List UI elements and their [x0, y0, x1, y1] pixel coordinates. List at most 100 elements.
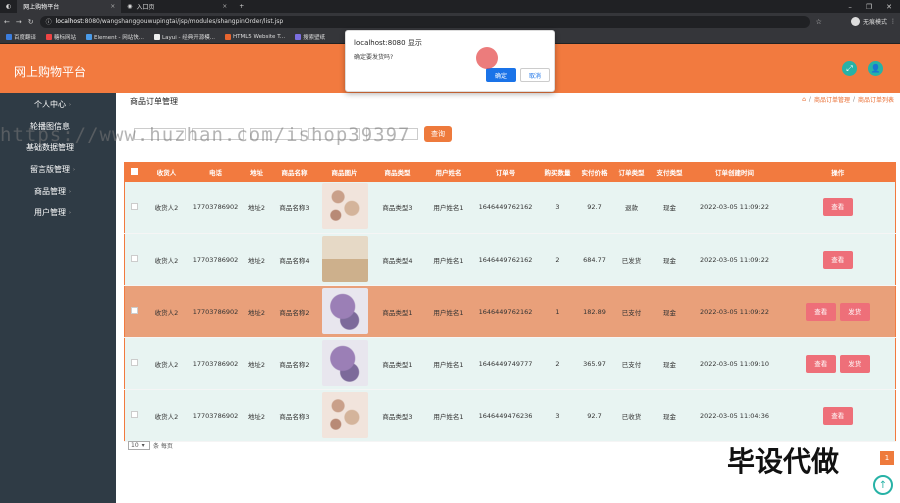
- sidebar-item-personal[interactable]: 个人中心 ›: [34, 99, 71, 110]
- row-checkbox[interactable]: [131, 255, 139, 262]
- row-select-cell[interactable]: [124, 181, 145, 234]
- column-header: 支付类型: [650, 162, 689, 182]
- bookmark-icon: [46, 33, 53, 40]
- page-size-select[interactable]: 10 ▾: [128, 441, 150, 450]
- back-to-top-icon[interactable]: ↑: [873, 475, 893, 495]
- incognito-icon: [850, 17, 860, 26]
- watermark-text: https://www.huzhan.com/ishop39397: [0, 124, 411, 146]
- row-select-cell[interactable]: [124, 285, 145, 338]
- bookmark-label: HTML5 Website T...: [232, 33, 286, 40]
- column-header: 商品图片: [318, 162, 371, 182]
- column-header: 收货人: [144, 162, 189, 182]
- page-size-value: 10: [131, 442, 139, 449]
- dialog-ok-button[interactable]: 确定: [486, 68, 516, 82]
- confirm-dialog: localhost:8080 显示 确定要发货吗? 确定 取消: [345, 30, 555, 92]
- star-icon[interactable]: ☆: [816, 18, 822, 26]
- view-button[interactable]: 查看: [822, 250, 853, 269]
- page-number-button[interactable]: 1: [880, 451, 894, 465]
- profile-chip[interactable]: 无痕模式 ⋮: [850, 17, 896, 26]
- table-row: 收货人2 17703786902 地址2 商品名称3 商品类型3 用户姓名1 1…: [124, 181, 896, 234]
- view-button[interactable]: 查看: [822, 406, 853, 425]
- table-header-row: 收货人 电话 地址 商品名称 商品图片 商品类型 用户姓名 订单号 购买数量 实…: [124, 162, 896, 182]
- forward-icon[interactable]: →: [16, 18, 22, 26]
- cell-order-status: 退款: [612, 181, 651, 234]
- table-row: 收货人2 17703786902 地址2 商品名称4 商品类型4 用户姓名1 1…: [124, 233, 896, 286]
- row-checkbox[interactable]: [131, 359, 139, 366]
- browser-tab-2[interactable]: ◉ 入口页 ×: [121, 0, 233, 13]
- cell-actions: 查看 发货: [780, 285, 896, 338]
- url-field[interactable]: ⓘ localhost :8080/wangshanggouwupingtai/…: [39, 15, 810, 28]
- cell-product-type: 商品类型4: [370, 233, 425, 286]
- bookmark-item[interactable]: HTML5 Website T...: [224, 33, 286, 40]
- search-button[interactable]: 查询: [424, 126, 452, 142]
- breadcrumb-item[interactable]: 商品订单管理: [814, 95, 850, 104]
- sidebar-item-label: 用户管理: [34, 208, 66, 217]
- sidebar-item-products[interactable]: 商品管理 ›: [34, 186, 71, 197]
- row-select-cell[interactable]: [124, 233, 145, 286]
- cell-order-status: 已发货: [612, 233, 651, 286]
- tab-close-icon[interactable]: ×: [222, 3, 227, 10]
- url-host: localhost: [55, 18, 83, 25]
- page-title: 商品订单管理: [130, 97, 178, 106]
- overlay-text: 毕设代做: [727, 445, 840, 478]
- row-checkbox[interactable]: [131, 411, 139, 418]
- fullscreen-icon[interactable]: ⤢: [842, 61, 857, 76]
- cell-product-name: 商品名称2: [270, 285, 319, 338]
- bookmark-item[interactable]: 糖标网站: [46, 33, 76, 41]
- view-button[interactable]: 查看: [805, 302, 836, 321]
- browser-tab-1[interactable]: 网上购物平台 ×: [17, 0, 122, 13]
- row-select-cell[interactable]: [124, 389, 145, 442]
- cell-phone: 17703786902: [188, 285, 243, 338]
- dialog-cancel-button[interactable]: 取消: [520, 68, 550, 82]
- cell-user-name: 用户姓名1: [424, 389, 473, 442]
- cell-order-number: 1646449762162: [472, 181, 539, 234]
- bookmark-item[interactable]: Element - 网站快...: [86, 33, 144, 41]
- new-tab-button[interactable]: +: [233, 0, 250, 13]
- tab-close-icon[interactable]: ×: [110, 3, 115, 10]
- sidebar-item-message-board[interactable]: 留言版管理 ›: [30, 164, 75, 175]
- product-image: [321, 183, 368, 230]
- row-checkbox[interactable]: [131, 307, 139, 314]
- select-all-checkbox[interactable]: [131, 167, 139, 175]
- cell-created-time: 2022-03-05 11:09:22: [688, 233, 781, 286]
- sidebar-item-users[interactable]: 用户管理 ›: [34, 207, 71, 218]
- select-all-cell[interactable]: [124, 162, 145, 182]
- cell-phone: 17703786902: [188, 181, 243, 234]
- cell-address: 地址2: [242, 337, 271, 390]
- row-checkbox[interactable]: [131, 202, 139, 210]
- maximize-icon[interactable]: ❐: [866, 3, 872, 11]
- back-icon[interactable]: ←: [4, 18, 10, 26]
- cell-quantity: 2: [538, 337, 577, 390]
- bookmark-item[interactable]: 百度翻译: [6, 33, 36, 41]
- chevron-icon: ›: [73, 166, 75, 173]
- ship-button[interactable]: 发货: [839, 354, 870, 373]
- cell-created-time: 2022-03-05 11:04:36: [688, 389, 781, 442]
- cell-phone: 17703786902: [188, 389, 243, 442]
- user-icon[interactable]: 👤: [868, 61, 883, 76]
- sidebar-item-label: 留言版管理: [30, 165, 70, 174]
- ship-button[interactable]: 发货: [839, 302, 870, 321]
- bookmark-icon: [154, 33, 161, 40]
- minimize-icon[interactable]: –: [848, 3, 852, 11]
- cell-created-time: 2022-03-05 11:09:22: [688, 181, 781, 234]
- reload-icon[interactable]: ↻: [28, 18, 34, 26]
- table-row: 收货人2 17703786902 地址2 商品名称3 商品类型3 用户姓名1 1…: [124, 389, 896, 442]
- cell-quantity: 2: [538, 233, 577, 286]
- column-header: 订单创建时间: [688, 162, 781, 182]
- cell-pay-type: 现金: [650, 285, 689, 338]
- browser-tab-back[interactable]: ◐: [0, 0, 17, 13]
- close-window-icon[interactable]: ✕: [886, 3, 892, 11]
- row-select-cell[interactable]: [124, 337, 145, 390]
- view-button[interactable]: 查看: [822, 198, 853, 217]
- home-icon[interactable]: ⌂: [802, 96, 806, 103]
- bookmark-item[interactable]: 搜索壁纸: [295, 33, 325, 41]
- chevron-icon: ›: [69, 209, 71, 216]
- cell-order-status: 已支付: [612, 337, 651, 390]
- cell-price: 365.97: [576, 337, 613, 390]
- menu-icon[interactable]: ⋮: [890, 18, 896, 25]
- cell-receiver: 收货人2: [144, 389, 189, 442]
- bookmark-item[interactable]: Layui - 经典开源模...: [154, 33, 215, 41]
- view-button[interactable]: 查看: [805, 354, 836, 373]
- cell-actions: 查看: [780, 233, 896, 286]
- product-image: [321, 339, 368, 386]
